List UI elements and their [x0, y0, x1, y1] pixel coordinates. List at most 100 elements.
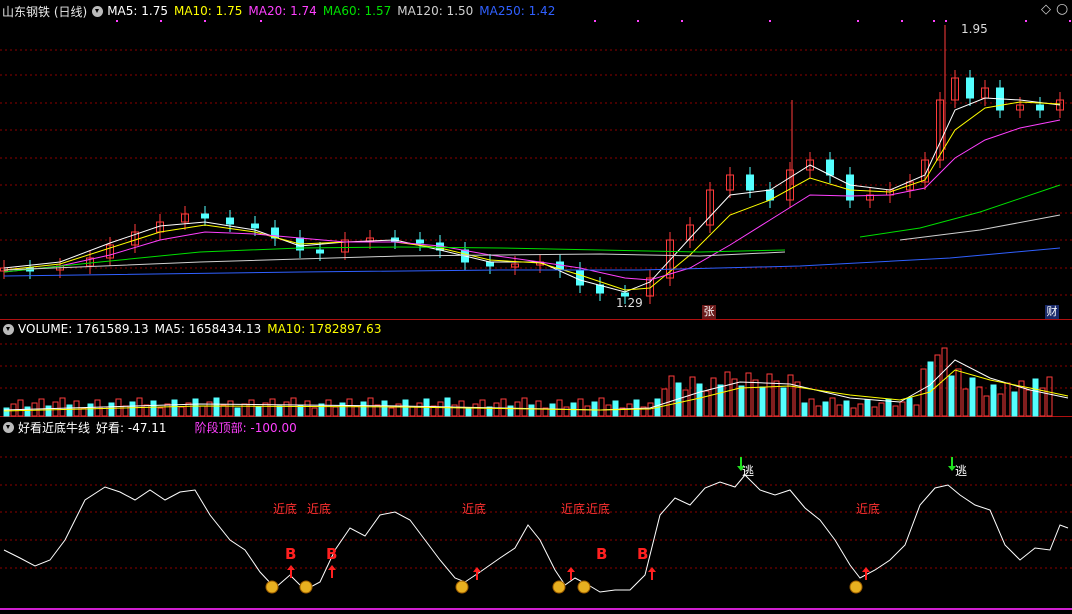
cai-marker[interactable]: 财: [1045, 305, 1059, 319]
ma120-line: [899, 214, 1061, 241]
volume-bar: [220, 404, 227, 417]
volume-bar: [955, 368, 962, 417]
escape-signal-label: 逃: [742, 464, 755, 478]
volume-bar: [409, 406, 416, 417]
volume-bar: [52, 401, 59, 417]
volume-bar: [115, 398, 122, 417]
near-bottom-label: 近底: [586, 502, 611, 516]
volume-bar: [598, 397, 605, 417]
candle-body: [826, 159, 834, 176]
volume-bar: [304, 400, 311, 417]
near-bottom-label: 近底: [856, 502, 881, 516]
volume-bar: [717, 384, 724, 417]
volume-bar: [276, 405, 283, 417]
indicator-header: 好看近底牛线 好看: -47.11 阶段顶部: -100.00: [0, 419, 303, 435]
volume-bar: [500, 398, 507, 417]
volume-bar: [556, 399, 563, 417]
volume-bar: [787, 374, 794, 417]
candle-body: [251, 223, 259, 229]
candle-body: [226, 217, 234, 225]
volume-bar: [801, 402, 808, 417]
volume-bar: [528, 404, 535, 417]
circle-button[interactable]: ○: [1056, 1, 1068, 17]
buy-arrow-icon: [328, 565, 336, 570]
volume-bar: [829, 397, 836, 417]
volume-bar: [612, 400, 619, 417]
money-bag-icon: [265, 580, 279, 594]
low-price-label: 1.29: [616, 296, 643, 310]
volume-bar: [710, 377, 717, 417]
volume-bar: [157, 407, 164, 417]
volume-bar: [738, 385, 745, 417]
ma10-value: MA10: 1.75: [173, 4, 243, 18]
volume-bar: [248, 399, 255, 417]
main-chart-header: 山东钢铁 (日线) MA5: 1.75 MA10: 1.75 MA20: 1.7…: [0, 3, 561, 19]
volume-bar: [192, 398, 199, 417]
volume-bar: [780, 387, 787, 417]
volume-bar: [185, 402, 192, 417]
marker-dot: [204, 20, 206, 22]
volume-bar: [38, 398, 45, 417]
volume-bar: [507, 405, 514, 417]
ma250-value: MA250: 1.42: [479, 4, 556, 18]
chart-canvas[interactable]: [0, 0, 1072, 614]
volume-bar: [332, 406, 339, 417]
volume-bar: [45, 405, 52, 417]
candle-body: [486, 261, 494, 267]
volume-bar: [164, 403, 171, 417]
diamond-button[interactable]: ◇: [1041, 2, 1051, 17]
volume-bar: [129, 401, 136, 417]
marker-dot: [594, 20, 596, 22]
marker-dot: [769, 20, 771, 22]
stock-chart-window: 山东钢铁 (日线) MA5: 1.75 MA10: 1.75 MA20: 1.7…: [0, 0, 1072, 614]
marker-dot: [260, 20, 262, 22]
volume-bar: [234, 407, 241, 417]
buy-signal-label: B: [326, 545, 338, 563]
volume-bar: [752, 379, 759, 417]
buy-signal-label: B: [637, 545, 649, 563]
volume-bar: [906, 397, 913, 417]
volume-bar: [815, 405, 822, 417]
indicator-line: [3, 474, 1069, 593]
volume-bar: [59, 397, 66, 417]
volume-bar: [150, 400, 157, 417]
zhang-marker[interactable]: 张: [702, 305, 716, 319]
volume-bar: [73, 400, 80, 417]
buy-signal-label: B: [596, 545, 608, 563]
volume-bar: [346, 398, 353, 417]
volume-bar: [703, 390, 710, 417]
volume-bar: [416, 402, 423, 417]
volume-bar: [808, 398, 815, 417]
marker-dot: [637, 20, 639, 22]
marker-dot: [681, 20, 683, 22]
volume-bar: [990, 384, 997, 417]
volume-bar: [108, 402, 115, 417]
marker-dot: [901, 20, 903, 22]
volume-bar: [836, 404, 843, 417]
volume-bar: [913, 404, 920, 417]
volume-bar: [311, 407, 318, 417]
volume-bar: [605, 404, 612, 417]
volume-bar: [199, 405, 206, 417]
high-price-label: 1.95: [961, 22, 988, 36]
settings-dropdown-icon[interactable]: [92, 5, 104, 17]
marker-dot: [116, 20, 118, 22]
volume-bar: [521, 397, 528, 417]
volume-bar: [143, 404, 150, 417]
volume-bar: [353, 405, 360, 417]
indicator-dropdown-icon[interactable]: [3, 421, 14, 433]
volume-bar: [402, 399, 409, 417]
volume-bar: [269, 398, 276, 417]
volume-bar: [388, 407, 395, 417]
volume-bar: [1025, 389, 1032, 417]
volume-bar: [360, 401, 367, 417]
volume-bar: [290, 397, 297, 417]
stock-title: 山东钢铁 (日线): [2, 4, 88, 19]
volume-bar: [843, 400, 850, 417]
volume-bar: [759, 386, 766, 417]
candle-body: [1036, 104, 1044, 111]
volume-bar: [689, 376, 696, 417]
volume-dropdown-icon[interactable]: [3, 323, 14, 335]
volume-bar: [255, 406, 262, 417]
candle-body: [416, 239, 424, 244]
